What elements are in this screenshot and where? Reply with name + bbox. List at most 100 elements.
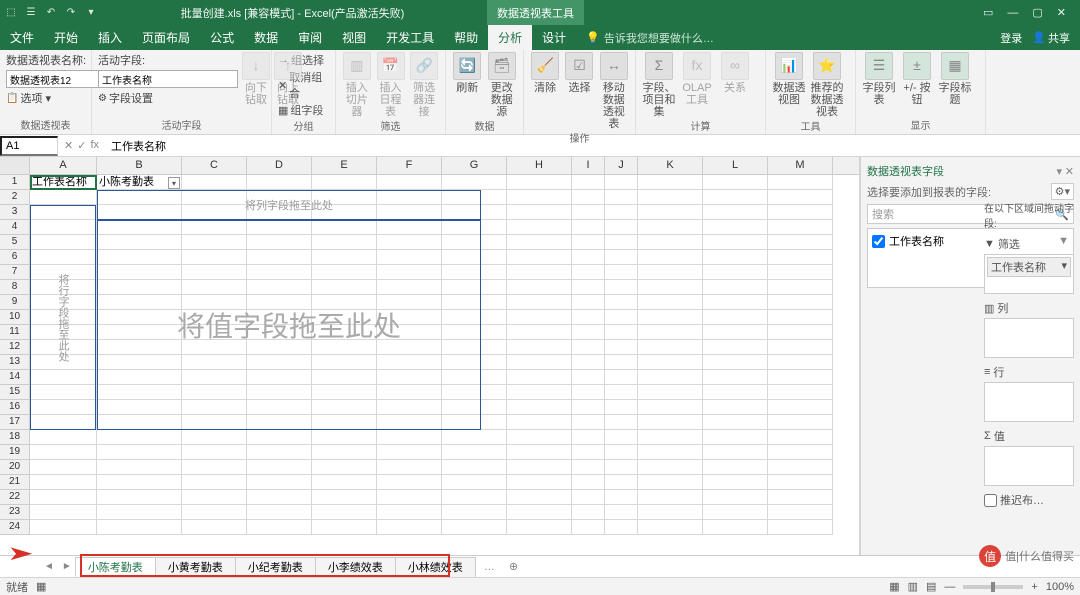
ribbon-options-icon[interactable]: ▭	[983, 6, 993, 19]
col-header[interactable]: B	[97, 157, 182, 174]
filters-zone[interactable]: ▼筛选工作表名称▾	[984, 236, 1074, 294]
tab-layout[interactable]: 页面布局	[132, 25, 200, 50]
cell[interactable]	[572, 490, 605, 505]
pane-dropdown-icon[interactable]: ▾	[1056, 166, 1062, 178]
tab-home[interactable]: 开始	[44, 25, 88, 50]
row-header[interactable]: 12	[0, 340, 30, 355]
cell[interactable]	[572, 235, 605, 250]
cell[interactable]	[507, 385, 572, 400]
sheet-tab[interactable]: 小纪考勤表	[235, 557, 316, 577]
menu-icon[interactable]: ☰	[24, 6, 38, 20]
row-header[interactable]: 13	[0, 355, 30, 370]
cell[interactable]	[768, 430, 833, 445]
cell[interactable]	[247, 445, 312, 460]
cell[interactable]	[507, 430, 572, 445]
select-all-corner[interactable]	[0, 157, 30, 174]
more-tabs[interactable]: …	[476, 561, 503, 573]
cell[interactable]	[312, 430, 377, 445]
sheet-tab[interactable]: 小林绩效表	[395, 557, 476, 577]
cell[interactable]	[703, 310, 768, 325]
cell[interactable]	[703, 295, 768, 310]
cell[interactable]	[638, 430, 703, 445]
row-header[interactable]: 2	[0, 190, 30, 205]
select-button[interactable]: ☑选择	[564, 52, 594, 94]
cell[interactable]	[442, 520, 507, 535]
cell[interactable]	[638, 520, 703, 535]
cell[interactable]	[247, 490, 312, 505]
cell[interactable]	[638, 295, 703, 310]
zoom-slider[interactable]	[963, 585, 1023, 589]
scroll-left-icon[interactable]: ◄	[40, 561, 58, 572]
row-header[interactable]: 22	[0, 490, 30, 505]
cell[interactable]	[507, 400, 572, 415]
cell[interactable]	[768, 475, 833, 490]
insert-timeline-button[interactable]: 📅插入日程表	[376, 52, 406, 118]
values-zone[interactable]: Σ值	[984, 428, 1074, 486]
cell[interactable]	[605, 430, 638, 445]
cell[interactable]	[507, 340, 572, 355]
cell[interactable]	[572, 430, 605, 445]
cell[interactable]	[182, 505, 247, 520]
defer-layout-checkbox[interactable]: 推迟布…	[984, 492, 1074, 508]
move-pivot-button[interactable]: ↔移动数据透视表	[599, 52, 629, 130]
cell[interactable]	[703, 460, 768, 475]
row-header[interactable]: 24	[0, 520, 30, 535]
cell[interactable]	[768, 460, 833, 475]
cell[interactable]	[572, 175, 605, 190]
cell[interactable]	[703, 280, 768, 295]
cell[interactable]	[703, 205, 768, 220]
cell[interactable]	[703, 415, 768, 430]
sheet-tab[interactable]: 小李绩效表	[315, 557, 396, 577]
clear-button[interactable]: 🧹清除	[530, 52, 560, 94]
insert-slicer-button[interactable]: ▥插入切片器	[342, 52, 372, 118]
sheet-tab[interactable]: 小黄考勤表	[155, 557, 236, 577]
cell[interactable]	[605, 280, 638, 295]
minimize-icon[interactable]: —	[1007, 7, 1018, 19]
cell[interactable]	[377, 490, 442, 505]
tab-file[interactable]: 文件	[0, 25, 44, 50]
cell[interactable]	[605, 220, 638, 235]
maximize-icon[interactable]: ▢	[1032, 6, 1042, 19]
tab-view[interactable]: 视图	[332, 25, 376, 50]
pivot-row-drop-area[interactable]: 将行字段拖至此处	[30, 205, 96, 430]
cell[interactable]	[377, 520, 442, 535]
cell[interactable]	[703, 220, 768, 235]
sheet-tab[interactable]: 小陈考勤表	[75, 557, 156, 577]
cell[interactable]	[312, 490, 377, 505]
cell[interactable]	[703, 400, 768, 415]
cell[interactable]	[572, 265, 605, 280]
row-header[interactable]: 7	[0, 265, 30, 280]
cell[interactable]	[247, 475, 312, 490]
cell[interactable]	[30, 190, 97, 205]
cell[interactable]	[638, 190, 703, 205]
cell[interactable]	[507, 325, 572, 340]
cell[interactable]	[703, 250, 768, 265]
cell[interactable]	[768, 235, 833, 250]
cancel-icon[interactable]: ✕	[64, 139, 73, 152]
cell[interactable]	[97, 475, 182, 490]
cell[interactable]	[247, 430, 312, 445]
cell[interactable]	[442, 445, 507, 460]
col-header[interactable]: J	[605, 157, 638, 174]
cell[interactable]	[572, 400, 605, 415]
tab-help[interactable]: 帮助	[444, 25, 488, 50]
cell[interactable]	[768, 310, 833, 325]
row-header[interactable]: 21	[0, 475, 30, 490]
cell[interactable]	[638, 310, 703, 325]
cell[interactable]	[507, 265, 572, 280]
cell[interactable]	[507, 355, 572, 370]
cell[interactable]	[507, 310, 572, 325]
cell[interactable]	[312, 505, 377, 520]
cell[interactable]	[507, 190, 572, 205]
cell[interactable]	[572, 325, 605, 340]
cell[interactable]	[182, 460, 247, 475]
cell[interactable]	[97, 460, 182, 475]
row-header[interactable]: 3	[0, 205, 30, 220]
redo-icon[interactable]: ↷	[64, 6, 78, 20]
cell[interactable]: 工作表名称	[30, 175, 97, 190]
share-button[interactable]: 👤共享	[1032, 30, 1070, 46]
cell[interactable]	[572, 505, 605, 520]
cell[interactable]	[638, 265, 703, 280]
cell[interactable]	[768, 415, 833, 430]
cell[interactable]	[312, 475, 377, 490]
